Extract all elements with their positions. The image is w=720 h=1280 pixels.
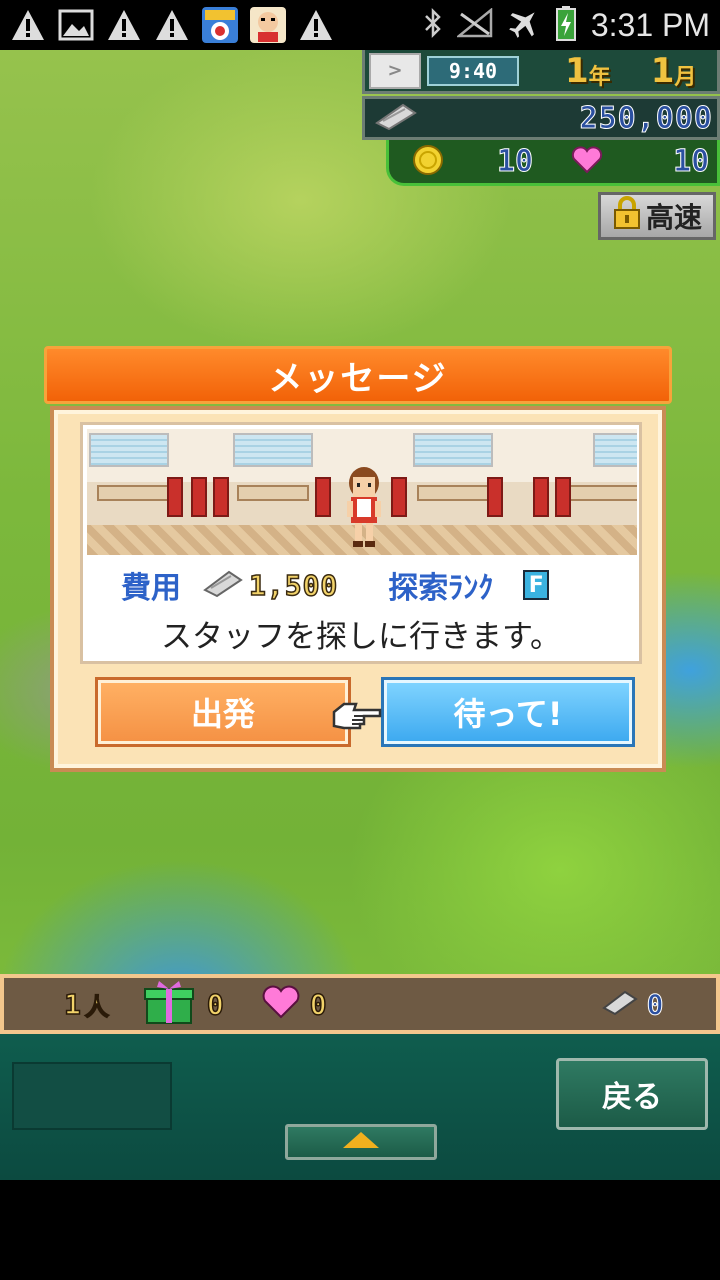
depart-button[interactable]: 出発	[98, 680, 348, 744]
warning-icon	[8, 5, 48, 45]
skip-clock-icon[interactable]: >	[369, 52, 421, 89]
warning-icon	[104, 5, 144, 45]
dialog-content-panel: 費用 1,500 探索ﾗﾝｸ F スタッフを探しに行きます。	[80, 422, 642, 664]
dialog-message: スタッフを探しに行きます。	[161, 619, 561, 655]
coin-count: 10	[496, 144, 534, 180]
lock-icon	[612, 195, 642, 237]
staff-count: 1	[63, 987, 81, 1022]
month-number: 1	[650, 50, 675, 91]
year-number: 1	[565, 50, 589, 91]
bingo-app-icon	[200, 5, 240, 45]
bottom-panel: 戻る	[0, 1034, 720, 1180]
status-bar: 3:31 PM	[0, 0, 720, 50]
expand-menu-button[interactable]	[285, 1124, 437, 1160]
heart-icon	[262, 985, 300, 1023]
month-unit: 月	[674, 64, 697, 90]
warning-icon	[296, 5, 336, 45]
airplane-icon	[507, 6, 541, 44]
cost-row: 費用 1,500 探索ﾗﾝｸ F	[83, 563, 639, 607]
heart-count: 10	[673, 144, 710, 180]
hud-points-panel: 10 10	[386, 140, 720, 186]
wait-button[interactable]: 待って!	[384, 680, 632, 744]
heart-icon	[571, 145, 603, 178]
staff-character-icon	[341, 463, 387, 549]
bluetooth-icon	[423, 7, 443, 43]
shinchan-app-icon	[248, 5, 288, 45]
money-icon	[373, 101, 419, 135]
speed-label: 高速	[645, 201, 702, 234]
ticket-count: 0	[646, 987, 664, 1021]
heart-count: 0	[309, 987, 327, 1022]
money-value: 250,000	[579, 100, 713, 136]
money-icon	[201, 568, 245, 602]
rank-label: 探索ﾗﾝｸ	[388, 571, 494, 606]
image-icon	[56, 5, 96, 45]
coin-icon	[411, 143, 445, 181]
pointing-hand-icon	[330, 696, 382, 732]
game-map[interactable]: > 9:40 1 年 1 月 250,000 10 10 高速 メッセージ 費用…	[0, 50, 720, 1180]
hud-money-panel: 250,000	[362, 96, 720, 140]
dialog-title: メッセージ	[44, 346, 672, 404]
hud-date-panel: > 9:40 1 年 1 月	[362, 50, 720, 94]
empty-slot	[12, 1062, 172, 1130]
cost-label: 費用	[121, 571, 181, 606]
status-time: 3:31 PM	[590, 6, 710, 43]
ticket-icon	[601, 988, 639, 1020]
cost-value: 1,500	[248, 568, 339, 603]
staff-unit: 人	[84, 992, 110, 1022]
no-signal-icon	[455, 7, 493, 42]
speed-button[interactable]: 高速	[598, 192, 716, 240]
warning-icon	[152, 5, 192, 45]
message-dialog: メッセージ 費用 1,500 探索ﾗﾝｸ F スタッフを探しに行きます。 出発 …	[44, 346, 672, 776]
rank-value: F	[523, 570, 550, 600]
gift-icon	[143, 979, 195, 1029]
arrow-up-icon	[341, 1130, 381, 1154]
gift-count: 0	[206, 987, 224, 1022]
year-unit: 年	[588, 64, 611, 90]
inventory-bar: 1 人 0 0 0	[0, 974, 720, 1034]
back-button[interactable]: 戻る	[556, 1058, 708, 1130]
game-time: 9:40	[427, 55, 519, 86]
dialog-body: 費用 1,500 探索ﾗﾝｸ F スタッフを探しに行きます。 出発 待って!	[50, 406, 666, 772]
restaurant-scene-image	[87, 429, 637, 555]
battery-charging-icon	[555, 5, 577, 45]
